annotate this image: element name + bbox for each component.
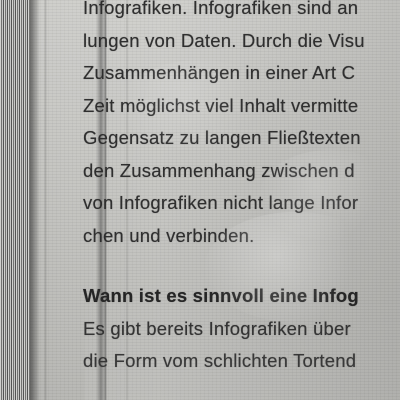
vertical-shadow-streak [126, 0, 128, 400]
left-barcode-stripes [0, 0, 30, 400]
text-line: Es gibt bereits Infografiken über [83, 317, 351, 339]
printed-text-block: Infografiken. Infografiken sind an lunge… [83, 0, 400, 378]
text-line: den Zusammenhang zwischen d [83, 159, 355, 181]
vertical-shadow-streak [44, 0, 47, 400]
text-line: Infografiken. Infografiken sind an [83, 0, 359, 18]
left-edge-shadow [30, 0, 40, 400]
text-line: Zeit möglichst viel Inhalt vermitte [83, 94, 359, 116]
text-line: Zusammenhängen in einer Art C [83, 62, 356, 83]
text-line: von Infografiken nicht lange Infor [83, 192, 359, 213]
text-line: die Form vom schlichten Tortend [83, 350, 357, 371]
photo-scene: Infografiken. Infografiken sind an lunge… [0, 0, 400, 400]
section-heading: Wann ist es sinnvoll eine Infog [83, 285, 359, 306]
text-line: Gegensatz zu langen Fließtexten [83, 127, 361, 148]
text-line: lungen von Daten. Durch die Visu [83, 29, 365, 51]
vertical-shadow-streak [104, 0, 107, 400]
text-line: chen und verbinden. [83, 224, 255, 246]
